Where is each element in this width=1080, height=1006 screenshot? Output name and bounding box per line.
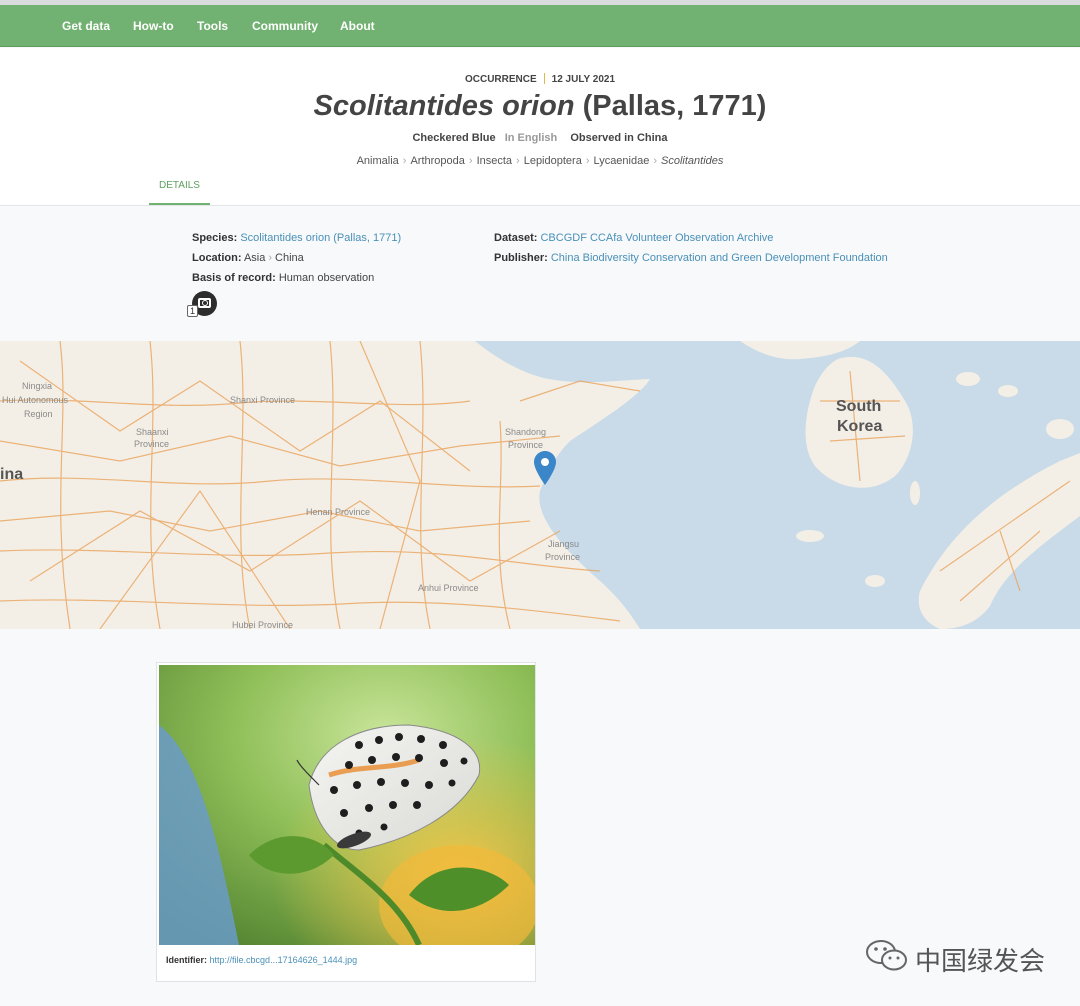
occurrence-header: OCCURRENCE 12 JULY 2021 Scolitantides ori…: [0, 48, 1080, 206]
photo-image: [159, 665, 535, 945]
nav-community[interactable]: Community: [252, 5, 318, 47]
location-continent: Asia: [243, 252, 266, 264]
species-label: Species:: [192, 232, 238, 244]
identifier-link[interactable]: http://file.cbcgd...17164626_1444.jpg: [210, 955, 358, 965]
kicker-separator: [543, 73, 545, 84]
record-date: 12 JULY 2021: [551, 74, 616, 85]
dataset-label: Dataset:: [494, 232, 538, 244]
map-label: Ningxia: [22, 381, 53, 391]
chevron-right-icon: ›: [468, 155, 473, 167]
map-label-large: South: [836, 398, 882, 415]
identifier-label: Identifier:: [166, 955, 208, 965]
tab-details[interactable]: DETAILS: [149, 174, 210, 205]
basis-value: Human observation: [278, 272, 375, 284]
language-note: In English: [504, 132, 558, 144]
dataset-link[interactable]: CBCGDF CCAfa Volunteer Observation Archi…: [540, 232, 773, 244]
publisher-field: Publisher: China Biodiversity Conservati…: [494, 252, 888, 264]
breadcrumb-order[interactable]: Lepidoptera: [524, 155, 582, 167]
breadcrumb-kingdom[interactable]: Animalia: [357, 155, 399, 167]
occurrence-kicker: OCCURRENCE 12 JULY 2021: [0, 73, 1080, 85]
map-label: Region: [24, 409, 53, 419]
map-label: Shaanxi: [136, 427, 169, 437]
gallery-card: Identifier: http://file.cbcgd...17164626…: [156, 662, 536, 982]
basis-label: Basis of record:: [192, 272, 276, 284]
map-label: Province: [545, 552, 581, 562]
common-name: Checkered Blue: [412, 132, 496, 144]
publisher-label: Publisher:: [494, 252, 548, 264]
map-label: Jiangsu: [548, 539, 580, 549]
breadcrumb-class[interactable]: Insecta: [477, 155, 512, 167]
chevron-right-icon: ›: [653, 155, 658, 167]
authorship: (Pallas, 1771): [582, 90, 767, 122]
map-label: Henan Province: [306, 507, 371, 517]
dataset-field: Dataset: CBCGDF CCAfa Volunteer Observat…: [494, 232, 773, 244]
top-navbar: Get data How-to Tools Community About: [0, 5, 1080, 47]
scientific-name: Scolitantides orion: [313, 90, 575, 122]
chevron-right-icon: ›: [402, 155, 407, 167]
photo-count-badge: 1: [187, 305, 198, 317]
map-label: Shandong: [505, 427, 547, 437]
occurrence-details: [0, 207, 1080, 340]
breadcrumb-phylum[interactable]: Arthropoda: [410, 155, 464, 167]
subtitle-line: Checkered Blue In English Observed in Ch…: [0, 132, 1080, 144]
map-label: Hui Autonomous: [2, 395, 69, 405]
breadcrumb-genus[interactable]: Scolitantides: [661, 155, 723, 167]
nav-how-to[interactable]: How-to: [133, 5, 174, 47]
camera-lens: [202, 300, 208, 306]
map-label: Shanxi Province: [230, 395, 296, 405]
publisher-link[interactable]: China Biodiversity Conservation and Gree…: [551, 252, 888, 264]
occurrence-map[interactable]: Ningxia Hui Autonomous Region Shanxi Pro…: [0, 341, 1080, 629]
taxonomy-breadcrumb: Animalia › Arthropoda › Insecta › Lepidoptera ›…: [0, 155, 1080, 167]
location-field: Location: Asia › China: [192, 252, 304, 264]
wechat-icon: [866, 940, 907, 971]
map-marker-icon[interactable]: [534, 451, 556, 487]
watermark-text: 中国绿发会: [915, 947, 1046, 977]
location-label: Location:: [192, 252, 242, 264]
nav-tools[interactable]: Tools: [197, 5, 228, 47]
breadcrumb-family[interactable]: Lycaenidae: [593, 155, 649, 167]
nav-about[interactable]: About: [340, 5, 375, 47]
photo-identifier: Identifier: http://file.cbcgd...17164626…: [166, 955, 357, 965]
species-field: Species: Scolitantides orion (Pallas, 17…: [192, 232, 401, 244]
nav-get-data[interactable]: Get data: [62, 5, 110, 47]
observed-in: Observed in China: [570, 132, 668, 144]
chevron-right-icon: ›: [268, 252, 273, 264]
watermark: 中国绿发会: [865, 938, 1045, 978]
map-label: Hubei Province: [232, 620, 294, 629]
butterfly-photo[interactable]: [159, 665, 535, 945]
chevron-right-icon: ›: [516, 155, 520, 167]
map-label-large: Korea: [837, 418, 883, 435]
chevron-right-icon: ›: [585, 155, 590, 167]
record-type: OCCURRENCE: [464, 74, 537, 85]
map-label-large: ina: [0, 466, 24, 483]
basis-field: Basis of record: Human observation: [192, 272, 374, 284]
location-country: China: [275, 252, 304, 264]
species-link[interactable]: Scolitantides orion (Pallas, 1771): [240, 232, 401, 244]
page-title: Scolitantides orion (Pallas, 1771): [0, 90, 1080, 123]
map-label: Province: [134, 439, 170, 449]
map-label: Anhui Province: [418, 583, 479, 593]
map-label: Province: [508, 440, 544, 450]
